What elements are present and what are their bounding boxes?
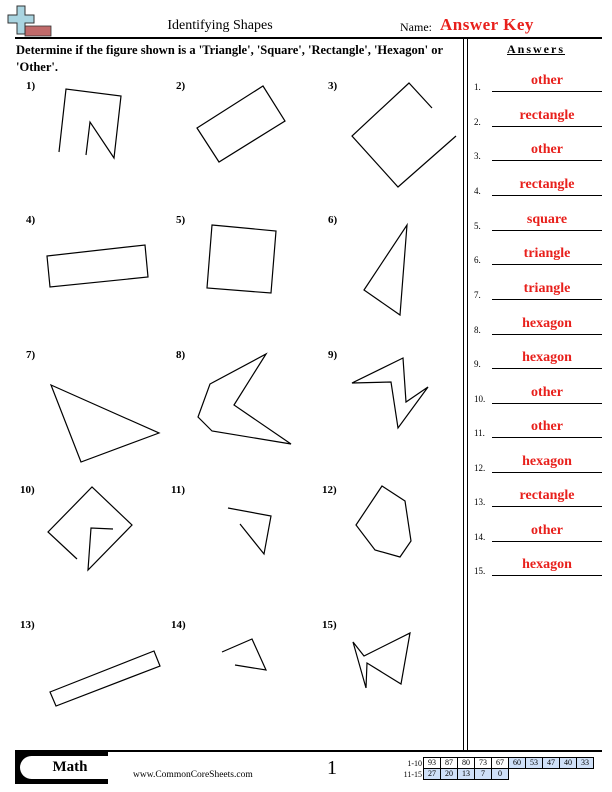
answer-row: 5. square bbox=[474, 211, 602, 231]
site-link[interactable]: www.CommonCoreSheets.com bbox=[133, 770, 253, 780]
answer-row: 15. hexagon bbox=[474, 556, 602, 576]
answer-field: rectangle bbox=[492, 486, 602, 507]
answer-row: 10. other bbox=[474, 384, 602, 404]
score-cell: 60 bbox=[508, 757, 526, 769]
answer-value: other bbox=[531, 523, 563, 538]
answer-value: other bbox=[531, 385, 563, 400]
score-cell: 0 bbox=[491, 768, 509, 780]
subject-badge: Math bbox=[15, 752, 120, 784]
answer-field: hexagon bbox=[492, 452, 602, 473]
shape-2-rectangle bbox=[196, 85, 286, 163]
answer-value: other bbox=[531, 142, 563, 157]
answer-row: 1. other bbox=[474, 72, 602, 92]
answer-field: triangle bbox=[492, 244, 602, 265]
answer-field: hexagon bbox=[492, 314, 602, 335]
score-cell: 40 bbox=[559, 757, 577, 769]
score-cell: 47 bbox=[542, 757, 560, 769]
shape-14-open-figure bbox=[221, 638, 268, 671]
score-cell: 7 bbox=[474, 768, 492, 780]
answer-row: 6. triangle bbox=[474, 245, 602, 265]
shape-10-open-figure bbox=[47, 486, 133, 572]
shape-9-hexagon bbox=[351, 357, 429, 430]
subject-label: Math bbox=[20, 756, 120, 779]
shape-7-triangle bbox=[49, 383, 161, 463]
answer-value: other bbox=[531, 73, 563, 88]
answer-value: square bbox=[526, 212, 568, 227]
score-cell: 67 bbox=[491, 757, 509, 769]
answer-row: 8. hexagon bbox=[474, 315, 602, 335]
score-cell: 93 bbox=[423, 757, 441, 769]
score-cell: 20 bbox=[440, 768, 458, 780]
answer-row: 12. hexagon bbox=[474, 453, 602, 473]
shape-3-open-figure bbox=[351, 82, 457, 188]
answer-field: rectangle bbox=[492, 175, 602, 196]
answer-value: rectangle bbox=[519, 177, 575, 192]
score-key: 1-10 93 87 80 73 67 60 53 47 40 33 11-15… bbox=[395, 757, 594, 780]
page-number: 1 bbox=[327, 757, 337, 779]
score-cell: 27 bbox=[423, 768, 441, 780]
answer-field: other bbox=[492, 417, 602, 438]
answer-field: hexagon bbox=[492, 348, 602, 369]
answer-row: 2. rectangle bbox=[474, 107, 602, 127]
answer-field: hexagon bbox=[492, 555, 602, 576]
answer-row: 9. hexagon bbox=[474, 349, 602, 369]
shape-1-open-figure bbox=[58, 88, 122, 160]
answer-field: other bbox=[492, 140, 602, 161]
answer-row: 7. triangle bbox=[474, 280, 602, 300]
answer-value: rectangle bbox=[519, 488, 575, 503]
answer-value: triangle bbox=[523, 281, 571, 296]
shape-11-open-figure bbox=[227, 507, 272, 556]
answer-row: 4. rectangle bbox=[474, 176, 602, 196]
answer-row: 3. other bbox=[474, 141, 602, 161]
answer-row: 11. other bbox=[474, 418, 602, 438]
answer-field: other bbox=[492, 521, 602, 542]
score-cell: 73 bbox=[474, 757, 492, 769]
answer-value: rectangle bbox=[519, 108, 575, 123]
answer-value: hexagon bbox=[522, 350, 572, 365]
score-cell: 13 bbox=[457, 768, 475, 780]
answer-value: triangle bbox=[523, 246, 571, 261]
answer-value: hexagon bbox=[522, 557, 572, 572]
shape-8-hexagon bbox=[197, 352, 292, 445]
answer-row: 13. rectangle bbox=[474, 487, 602, 507]
shape-4-rectangle bbox=[46, 244, 149, 288]
answer-field: triangle bbox=[492, 279, 602, 300]
answer-field: rectangle bbox=[492, 106, 602, 127]
shape-15-open-figure bbox=[352, 631, 411, 689]
answer-field: square bbox=[492, 210, 602, 231]
answer-field: other bbox=[492, 71, 602, 92]
answer-value: hexagon bbox=[522, 454, 572, 469]
answer-value: hexagon bbox=[522, 316, 572, 331]
score-row-1-10: 1-10 93 87 80 73 67 60 53 47 40 33 bbox=[395, 757, 594, 769]
score-row-11-15: 11-15 27 20 13 7 0 bbox=[395, 768, 594, 780]
score-cell: 87 bbox=[440, 757, 458, 769]
shape-12-hexagon bbox=[355, 485, 412, 558]
answer-value: other bbox=[531, 419, 563, 434]
shape-6-triangle bbox=[363, 222, 408, 317]
answer-row: 14. other bbox=[474, 522, 602, 542]
shape-13-rectangle bbox=[49, 650, 161, 707]
score-cell: 80 bbox=[457, 757, 475, 769]
shape-5-square bbox=[206, 224, 277, 294]
answer-field: other bbox=[492, 383, 602, 404]
score-cell: 53 bbox=[525, 757, 543, 769]
score-cell: 33 bbox=[576, 757, 594, 769]
